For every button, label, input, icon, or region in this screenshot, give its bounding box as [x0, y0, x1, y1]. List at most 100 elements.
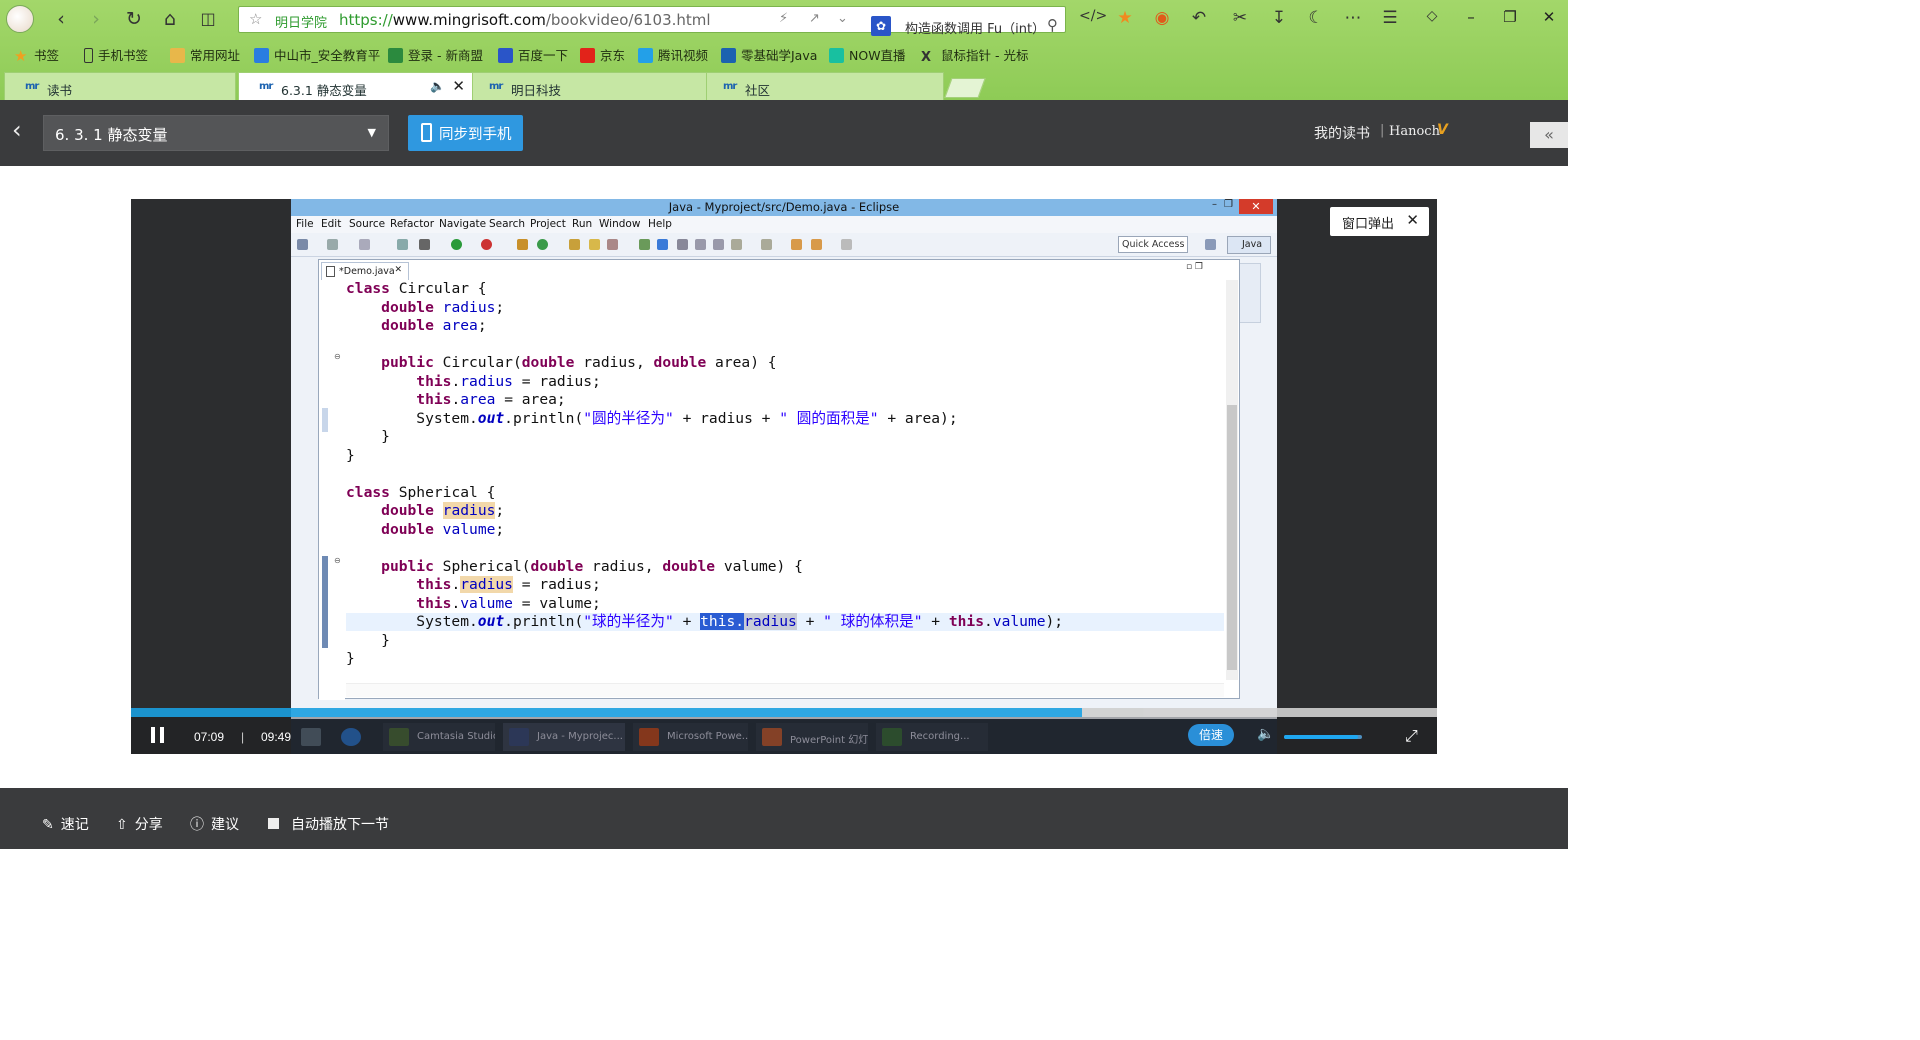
favorite-star-icon[interactable]: ☆: [249, 10, 262, 28]
more-icon[interactable]: ⋯: [1341, 8, 1365, 28]
restore-icon[interactable]: ❐: [1499, 8, 1521, 26]
menu-file: File: [296, 218, 314, 230]
bookmark-item[interactable]: 中山市_安全教育平: [254, 45, 380, 64]
quick-note-button[interactable]: ✎ 速记: [42, 814, 89, 834]
search-box[interactable]: ✿ 构造函数调用 Fu（int） ⚲: [871, 13, 1069, 40]
scissors-icon[interactable]: ✂: [1228, 8, 1252, 28]
night-mode-icon[interactable]: ☾: [1304, 8, 1328, 28]
bookmark-label: 鼠标指针 - 光标: [941, 48, 1029, 63]
new-icon: [297, 239, 308, 250]
bookmark-label: 百度一下: [518, 48, 569, 63]
user-name[interactable]: Hanoch: [1389, 124, 1440, 139]
back-icon[interactable]: ‹: [48, 7, 74, 31]
new-tab-button[interactable]: [944, 78, 986, 98]
fullscreen-icon[interactable]: ⤢: [1405, 726, 1418, 746]
code-line: this.valume = valume;: [416, 594, 601, 612]
minimize-icon: –: [1212, 199, 1217, 210]
video-progress-bar[interactable]: [131, 708, 1437, 717]
my-reading-link[interactable]: 我的读书: [1314, 123, 1370, 143]
editor-tab-label: *Demo.java: [339, 266, 395, 277]
bookmark-item[interactable]: 常用网址: [170, 45, 240, 64]
url-bar[interactable]: ☆ 明日学院 https://www.mingrisoft.com/bookvi…: [238, 6, 1066, 37]
undo-icon[interactable]: ↶: [1187, 8, 1211, 28]
code-line: class Spherical {: [346, 483, 496, 501]
pencil-icon: ✎: [42, 817, 54, 833]
bookmark-item[interactable]: 零基础学Java: [721, 45, 817, 64]
search-query[interactable]: 构造函数调用 Fu（int）: [905, 18, 1045, 37]
menu-refactor: Refactor: [390, 218, 435, 230]
bookmark-item[interactable]: 手机书签: [84, 45, 148, 64]
bookmark-item[interactable]: 京东: [580, 45, 625, 64]
close-window-icon[interactable]: ✕: [1538, 8, 1560, 26]
bookmark-label: 中山市_安全教育平: [274, 48, 381, 63]
show-whitespace-icon: [695, 239, 706, 250]
tab-reading[interactable]: mr 读书: [4, 72, 236, 100]
save-icon: [327, 239, 338, 250]
share-page-icon[interactable]: ↗: [809, 11, 820, 26]
menu-navigate: Navigate: [439, 218, 487, 230]
bookmark-label: 常用网址: [190, 48, 241, 63]
bookmark-item[interactable]: 腾讯视频: [638, 45, 708, 64]
popout-window-button[interactable]: 窗口弹出 ✕: [1330, 207, 1429, 236]
playback-speed-button[interactable]: 倍速: [1188, 724, 1234, 746]
fold-icon: ⊖: [334, 352, 341, 361]
chevron-down-icon[interactable]: ⌄: [837, 11, 848, 26]
lightning-icon[interactable]: ⚡: [779, 11, 788, 26]
caret-down-icon: ▼: [367, 126, 376, 139]
collapse-sidebar-button[interactable]: «: [1530, 122, 1568, 148]
search-icon[interactable]: ⚲: [1047, 16, 1058, 34]
volume-slider[interactable]: [1284, 735, 1362, 739]
quick-note-label: 速记: [60, 817, 89, 833]
run-icon: [451, 239, 462, 250]
bookmark-label: 手机书签: [98, 48, 149, 63]
next-annotation-icon: [731, 239, 742, 250]
favorites-icon[interactable]: ★: [1113, 8, 1137, 28]
mr-icon: [721, 48, 736, 63]
pilcrow-icon: [713, 239, 724, 250]
bookmark-label: 登录 - 新商盟: [408, 48, 483, 63]
autoplay-toggle[interactable]: 自动播放下一节: [268, 814, 389, 834]
autoplay-checkbox[interactable]: [268, 818, 279, 829]
time-separator: |: [241, 730, 245, 744]
menu-icon[interactable]: ☰: [1378, 8, 1402, 28]
game-icon[interactable]: ◉: [1150, 8, 1174, 28]
bookmark-item[interactable]: ★ 书签: [14, 45, 59, 65]
bookmark-item[interactable]: 百度一下: [498, 45, 568, 64]
devtools-icon[interactable]: </>: [1079, 8, 1107, 24]
close-icon[interactable]: ✕: [1406, 211, 1419, 229]
bookmark-item[interactable]: NOW直播: [829, 45, 906, 64]
pause-icon[interactable]: [151, 727, 169, 747]
eclipse-title-bar: Java - Myproject/src/Demo.java - Eclipse…: [291, 199, 1277, 216]
bookmark-item[interactable]: 登录 - 新商盟: [388, 45, 483, 64]
open-type-icon: [569, 239, 580, 250]
share-button[interactable]: ⇧ 分享: [116, 814, 163, 834]
video-player[interactable]: Java - Myproject/src/Demo.java - Eclipse…: [131, 199, 1437, 754]
volume-icon[interactable]: 🔈: [1257, 726, 1274, 742]
url-path: /bookvideo/6103.html: [545, 11, 711, 29]
close-tab-icon[interactable]: ✕: [452, 77, 465, 95]
sync-to-phone-button[interactable]: 同步到手机: [408, 115, 523, 151]
bookmark-item[interactable]: X 鼠标指针 - 光标: [921, 45, 1028, 65]
profile-avatar[interactable]: [6, 5, 34, 33]
menu-search: Search: [489, 218, 526, 230]
shirt-icon[interactable]: ◇: [1420, 8, 1444, 24]
forward-icon[interactable]: ›: [83, 7, 109, 31]
download-icon[interactable]: ↧: [1267, 8, 1291, 28]
tab-mingri[interactable]: mr 明日科技: [472, 72, 708, 100]
suggest-button[interactable]: ⓘ 建议: [190, 814, 239, 834]
eclipse-window: Java - Myproject/src/Demo.java - Eclipse…: [291, 199, 1277, 719]
chapter-select[interactable]: 6. 3. 1 静态变量 ▼: [43, 115, 389, 151]
url-host: www.mingrisoft.com: [392, 11, 546, 29]
paw-icon[interactable]: ✿: [871, 16, 891, 36]
reading-mode-icon[interactable]: ◫: [195, 7, 221, 31]
home-icon[interactable]: ⌂: [157, 7, 183, 31]
url-text[interactable]: https://www.mingrisoft.com/bookvideo/610…: [339, 11, 711, 29]
tab-current-video[interactable]: mr 6.3.1 静态变量 🔈 ✕: [238, 72, 474, 100]
reload-icon[interactable]: ↻: [121, 7, 147, 31]
menu-help: Help: [648, 218, 672, 230]
tab-community[interactable]: mr 社区: [706, 72, 944, 100]
speaker-icon[interactable]: 🔈: [430, 79, 445, 93]
popout-label: 窗口弹出: [1342, 217, 1395, 232]
back-arrow-icon[interactable]: ‹: [12, 116, 22, 144]
minimize-icon[interactable]: –: [1460, 8, 1482, 26]
